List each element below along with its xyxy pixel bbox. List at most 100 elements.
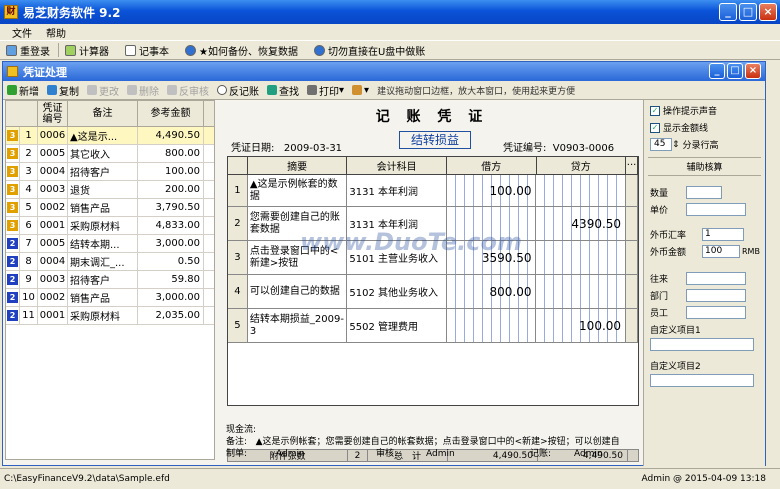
aux-title: 辅助核算 — [648, 157, 761, 176]
minimize-button[interactable]: _ — [719, 3, 737, 21]
tools-button[interactable]: ▾ — [352, 85, 369, 96]
app-title: 易芝财务软件 9.2 — [23, 5, 121, 20]
voucher-toolbar: 新增 复制 更改 删除 反审核 反记账 查找 打印 ▾ ▾ 建议拖动窗口边框，放大… — [3, 81, 765, 100]
status-badge: 3 — [7, 184, 18, 195]
col-credit: 贷方 — [537, 157, 627, 174]
voucher-window: 凭证处理 _ □ × 新增 复制 更改 删除 反审核 反记账 查找 打印 ▾ ▾ … — [2, 61, 766, 466]
print-button[interactable]: 打印 ▾ — [307, 83, 344, 98]
status-badge: 3 — [7, 130, 18, 141]
menu-file[interactable]: 文件 — [12, 25, 32, 40]
usb-warning-button[interactable]: 切勿直接在U盘中做账 — [313, 43, 425, 58]
notepad-icon — [125, 44, 136, 56]
table-row[interactable]: 5 结转本期损益_2009-3 5502 管理费用 100.00 — [228, 309, 638, 343]
fx-rate-field[interactable]: 1 — [702, 228, 744, 241]
list-item[interactable]: 3 2 0005 其它收入 800.00 — [6, 145, 214, 163]
unpost-button[interactable]: 反记账 — [217, 83, 259, 98]
qty-field[interactable] — [686, 186, 722, 199]
table-row[interactable]: 4 可以创建自己的数据 5102 其他业务收入 800.00 — [228, 275, 638, 309]
edit-button[interactable]: 更改 — [87, 83, 119, 98]
stepper-arrows-icon[interactable]: ⇕ — [672, 140, 680, 150]
calculator-button[interactable]: 计算器 — [65, 43, 109, 58]
list-item[interactable]: 3 4 0003 退货 200.00 — [6, 181, 214, 199]
backup-help-button[interactable]: ★如何备份、恢复数据 — [185, 43, 298, 58]
status-badge: 3 — [7, 202, 18, 213]
main-toolbar: 重登录 计算器 记事本 ★如何备份、恢复数据 切勿直接在U盘中做账 — [0, 40, 780, 60]
col-summary: 摘要 — [248, 157, 348, 174]
list-item[interactable]: 3 1 0006 ▲这是示... 4,490.50 — [6, 127, 214, 145]
custom2-field[interactable] — [650, 374, 754, 387]
inner-minimize-button[interactable]: _ — [709, 63, 725, 79]
resize-hint: 建议拖动窗口边框，放大本窗口，使用起来更方便 — [377, 86, 576, 97]
status-badge: 3 — [7, 148, 18, 159]
app-logo-icon: 财 — [4, 5, 18, 19]
staff-field[interactable] — [686, 306, 746, 319]
globe-icon — [185, 44, 196, 56]
user-timestamp: Admin @ 2015-04-09 13:18 — [641, 474, 766, 484]
grid-header: 摘要 会计科目 借方 贷方 ··· — [228, 157, 639, 175]
dept-field[interactable] — [686, 289, 746, 302]
fx-amount-field[interactable]: 100 — [702, 245, 740, 258]
voucher-title: 记 账 凭 证 — [375, 109, 489, 125]
check-icon: ✓ — [650, 122, 660, 133]
unpost-icon — [217, 85, 227, 95]
col-amount[interactable]: 参考金额 — [138, 101, 204, 126]
custom1-field[interactable] — [650, 338, 754, 351]
status-badge: 2 — [7, 256, 18, 267]
voucher-list: 凭证编号 备注 参考金额 3 1 0006 ▲这是示... 4,490.50 3 2 0005… — [5, 100, 215, 460]
row-height-stepper[interactable]: 45 — [650, 138, 672, 151]
copy-icon — [47, 85, 57, 95]
watermark-text: www.DuoTe.com — [300, 228, 522, 256]
voucher-date[interactable]: 凭证日期: 2009-03-31 — [231, 139, 342, 154]
inner-close-button[interactable]: × — [745, 63, 761, 79]
maximize-button[interactable]: □ — [739, 3, 757, 21]
printer-icon — [307, 85, 317, 95]
unaudit-button[interactable]: 反审核 — [167, 83, 209, 98]
delete-button[interactable]: 删除 — [127, 83, 159, 98]
list-item[interactable]: 3 5 0002 销售产品 3,790.50 — [6, 199, 214, 217]
contact-field[interactable] — [686, 272, 746, 285]
add-icon — [7, 85, 17, 95]
copy-button[interactable]: 复制 — [47, 83, 79, 98]
list-item[interactable]: 3 6 0001 采购原材料 4,833.00 — [6, 217, 214, 235]
notepad-button[interactable]: 记事本 — [125, 43, 169, 58]
check-icon: ✓ — [650, 105, 660, 116]
col-account: 会计科目 — [347, 157, 447, 174]
relogin-icon — [6, 44, 17, 56]
status-badge: 2 — [7, 238, 18, 249]
list-item[interactable]: 2 10 0002 销售产品 3,000.00 — [6, 289, 214, 307]
list-item[interactable]: 2 9 0003 招待客户 59.80 — [6, 271, 214, 289]
col-debit: 借方 — [447, 157, 537, 174]
tools-icon — [352, 85, 363, 95]
find-button[interactable]: 查找 — [267, 83, 299, 98]
status-bar: C:\EasyFinanceV9.2\data\Sample.efd Admin… — [0, 468, 780, 489]
file-path: C:\EasyFinanceV9.2\data\Sample.efd — [4, 474, 170, 484]
voucher-list-header: 凭证编号 备注 参考金额 — [6, 101, 214, 127]
voucher-type[interactable]: 结转损益 — [399, 131, 471, 149]
voucher-form: 记 账 凭 证 结转损益 凭证日期: 2009-03-31 凭证编号: V090… — [223, 100, 641, 462]
list-item[interactable]: 2 7 0005 结转本期... 3,000.00 — [6, 235, 214, 253]
list-item[interactable]: 2 11 0001 采购原材料 2,035.00 — [6, 307, 214, 325]
status-badge: 3 — [7, 220, 18, 231]
inner-maximize-button[interactable]: □ — [727, 63, 743, 79]
add-button[interactable]: 新增 — [7, 83, 39, 98]
voucher-number: 凭证编号: V0903-0006 — [503, 143, 615, 154]
table-row[interactable]: 1 ▲这是示例帐套的数据 3131 本年利润 100.00 — [228, 175, 638, 207]
close-button[interactable]: × — [759, 3, 777, 21]
col-memo[interactable]: 备注 — [68, 101, 138, 126]
relogin-button[interactable]: 重登录 — [6, 43, 50, 58]
amount-line-checkbox[interactable]: ✓ 显示金额线 — [650, 121, 765, 134]
sound-checkbox[interactable]: ✓ 操作提示声音 — [650, 104, 765, 117]
menu-help[interactable]: 帮助 — [46, 25, 66, 40]
chevron-down-icon[interactable]: ▾ — [339, 85, 344, 96]
voucher-note[interactable]: ▲这是示例帐套；您需要创建自己的帐套数据；点击登录窗口中的<新建>按钮；可以创建… — [256, 437, 620, 447]
col-no[interactable]: 凭证编号 — [38, 101, 68, 126]
edit-icon — [87, 85, 97, 95]
filter-icon — [267, 85, 277, 95]
list-item[interactable]: 3 3 0004 招待客户 100.00 — [6, 163, 214, 181]
status-badge: 2 — [7, 274, 18, 285]
status-badge: 3 — [7, 166, 18, 177]
price-field[interactable] — [686, 203, 746, 216]
delete-icon — [127, 85, 137, 95]
list-item[interactable]: 2 8 0004 期末调汇_... 0.50 — [6, 253, 214, 271]
app-titlebar: 财 易芝财务软件 9.2 _ □ × — [0, 0, 780, 24]
